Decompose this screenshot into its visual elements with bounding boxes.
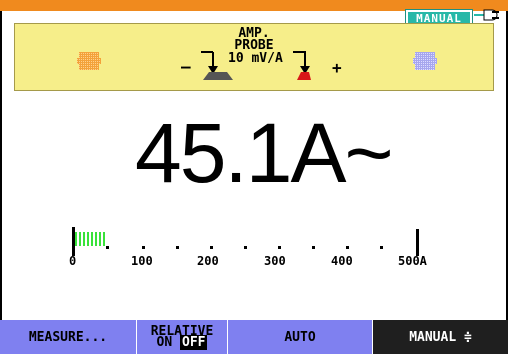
probe-scale: 10 mV/A — [228, 51, 283, 66]
measure-label: MEASURE... — [28, 329, 108, 345]
tick-label-0: 0 — [69, 254, 77, 268]
tick-label-200: 200 — [197, 254, 219, 268]
bargraph-segment — [91, 232, 93, 246]
probe-info-panel: AMP. PROBE – + 10 mV/A — [14, 23, 494, 91]
plus-sign: + — [332, 58, 342, 77]
auto-softkey[interactable]: AUTO — [228, 320, 373, 354]
manual-label: MANUAL ≑ — [409, 329, 472, 345]
input-jack-icon — [77, 52, 101, 70]
measure-softkey[interactable]: MEASURE... — [0, 320, 137, 354]
bargraph-fill — [75, 232, 105, 246]
bargraph-segment — [103, 232, 105, 246]
relative-off: OFF — [180, 335, 208, 350]
bargraph-segment — [95, 232, 97, 246]
relative-state: ON OFF — [156, 335, 208, 350]
black-connector-icon — [203, 72, 233, 80]
bargraph-segment — [79, 232, 81, 246]
auto-label: AUTO — [284, 329, 316, 345]
bargraph-segment — [83, 232, 85, 246]
plug-icon — [474, 9, 499, 21]
tick-label-300: 300 — [264, 254, 286, 268]
minus-sign: – — [181, 57, 191, 76]
main-reading: 45.1A~ — [135, 106, 394, 200]
manual-softkey[interactable]: MANUAL ≑ — [373, 320, 508, 354]
bargraph-segment — [87, 232, 89, 246]
relative-softkey[interactable]: RELATIVE ON OFF — [137, 320, 228, 354]
softkey-bar: MEASURE... RELATIVE ON OFF AUTO MANUAL ≑ — [0, 320, 508, 354]
tick-label-500: 500A — [398, 254, 427, 268]
bargraph-segment — [75, 232, 77, 246]
bargraph-segment — [99, 232, 101, 246]
tick-label-400: 400 — [331, 254, 353, 268]
input-jack-icon-blue — [413, 52, 437, 70]
tick-label-100: 100 — [131, 254, 153, 268]
relative-on: ON — [156, 335, 173, 350]
red-connector-icon — [297, 72, 311, 80]
